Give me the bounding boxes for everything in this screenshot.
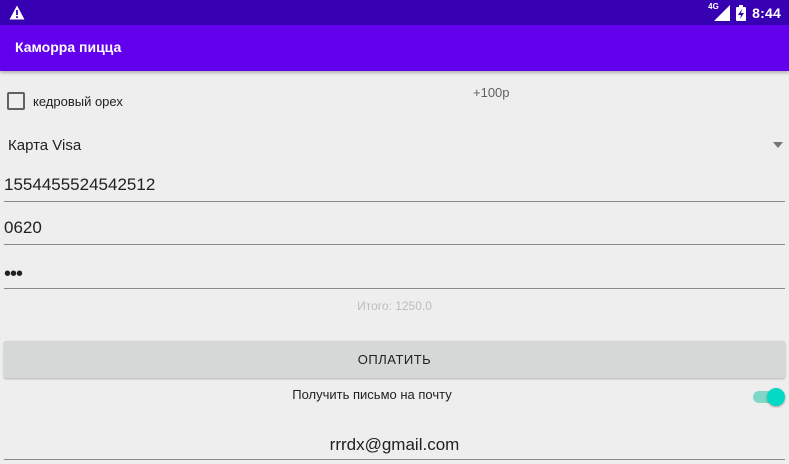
signal-indicator: 4G (708, 1, 731, 21)
card-number-field[interactable]: 1554455524542512 (4, 171, 785, 202)
network-type-label: 4G (708, 1, 719, 11)
topping-label: кедровый орех (33, 93, 123, 109)
topping-price: +100р (473, 85, 510, 100)
checkbox-icon[interactable] (7, 92, 25, 110)
card-number-value: 1554455524542512 (4, 175, 156, 194)
cvv-field[interactable]: ••• (4, 258, 785, 289)
email-option-label: Получить письмо на почту (292, 387, 452, 402)
cvv-value: ••• (4, 263, 23, 285)
status-icons: 4G 8:44 (708, 0, 781, 25)
pay-button[interactable]: ОПЛАТИТЬ (4, 341, 785, 378)
status-time: 8:44 (752, 4, 781, 21)
app-bar: Каморра пицца (0, 25, 789, 71)
switch-thumb[interactable] (767, 388, 785, 406)
app-title: Каморра пицца (15, 39, 122, 55)
payment-method-spinner[interactable]: Карта Visa (0, 130, 789, 160)
topping-checkbox[interactable]: кедровый орех (7, 92, 123, 110)
battery-charging-icon (736, 4, 747, 21)
expiry-date-value: 0620 (4, 218, 42, 237)
email-toggle-switch[interactable] (753, 387, 786, 407)
expiry-date-field[interactable]: 0620 (4, 214, 785, 245)
total-label: Итого: 1250.0 (357, 299, 432, 313)
email-field[interactable]: rrrdx@gmail.com (4, 430, 785, 460)
status-bar: 4G 8:44 (0, 0, 789, 25)
dropdown-arrow-icon[interactable] (773, 142, 783, 148)
payment-method-value: Карта Visa (8, 137, 82, 154)
email-value: rrrdx@gmail.com (329, 435, 460, 454)
warning-icon (9, 5, 25, 20)
